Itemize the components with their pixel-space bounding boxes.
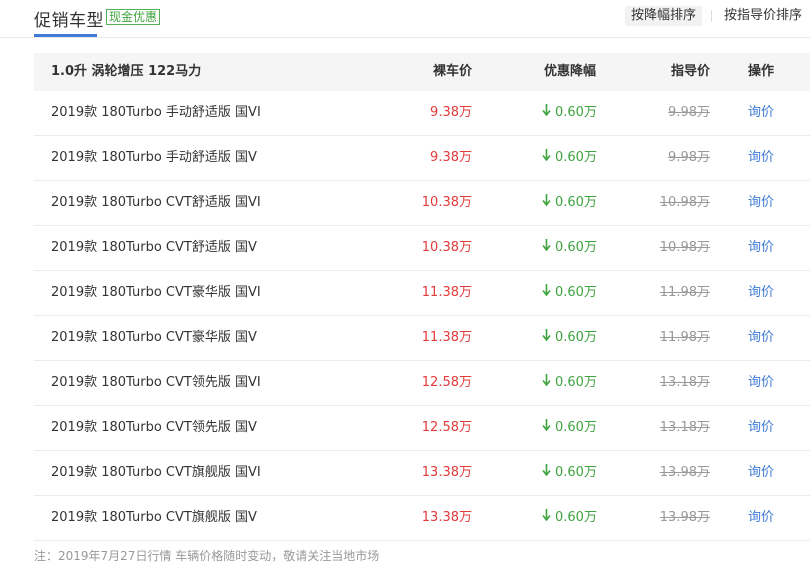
net-price: 13.38万 [421,465,472,480]
table-row: 2019款 180Turbo CVT舒适版 国VI 10.38万 0.60万 10.9… [34,181,810,226]
inquire-price-link[interactable]: 询价 [748,451,774,495]
title-active-underline [34,34,97,37]
net-price: 11.38万 [421,285,472,300]
down-arrow-icon [542,181,551,225]
guide-price: 13.98万 [659,510,710,525]
discount-value: 0.60万 [555,150,597,165]
table-row: 2019款 180Turbo CVT领先版 国VI 12.58万 0.60万 13.1… [34,361,810,406]
model-name: 2019款 180Turbo CVT豪华版 国VI [51,285,261,300]
table-row: 2019款 180Turbo CVT豪华版 国VI 11.38万 0.60万 11.9… [34,271,810,316]
net-price: 10.38万 [421,240,472,255]
down-arrow-icon [542,136,551,180]
model-name: 2019款 180Turbo CVT旗舰版 国VI [51,465,261,480]
table-row: 2019款 180Turbo CVT豪华版 国V 11.38万 0.60万 11.98… [34,316,810,361]
table-body: 2019款 180Turbo 手动舒适版 国VI 9.38万 0.60万 9.98万询… [34,91,810,541]
model-name: 2019款 180Turbo CVT豪华版 国V [51,330,257,345]
price-note: 注：2019年7月27日行情 车辆价格随时变动，敬请关注当地市场 [34,549,380,563]
net-price: 13.38万 [421,510,472,525]
guide-price: 11.98万 [659,285,710,300]
model-name: 2019款 180Turbo CVT舒适版 国V [51,240,257,255]
discount-amount: 0.60万 [542,136,597,180]
discount-value: 0.60万 [555,465,597,480]
table-row: 2019款 180Turbo CVT领先版 国V 12.58万 0.60万 13.18… [34,406,810,451]
guide-price: 10.98万 [659,240,710,255]
inquire-price-link[interactable]: 询价 [748,181,774,225]
discount-amount: 0.60万 [542,91,597,135]
discount-value: 0.60万 [555,195,597,210]
discount-value: 0.60万 [555,240,597,255]
table-row: 2019款 180Turbo 手动舒适版 国VI 9.38万 0.60万 9.98万 询… [34,91,810,136]
discount-amount: 0.60万 [542,451,597,495]
promo-header: 促销车型 现金优惠 按降幅排序 按指导价排序 [0,0,810,38]
header-discount: 优惠降幅 [544,64,597,79]
discount-value: 0.60万 [555,285,597,300]
table-row: 2019款 180Turbo 手动舒适版 国V 9.38万 0.60万 9.98万 询价 [34,136,810,181]
inquire-price-link[interactable]: 询价 [748,496,774,540]
down-arrow-icon [542,496,551,540]
guide-price: 9.98万 [668,150,710,165]
inquire-price-link[interactable]: 询价 [748,361,774,405]
net-price: 9.38万 [430,150,472,165]
header-engine-spec: 1.0升 涡轮增压 122马力 [51,64,202,79]
cash-discount-badge: 现金优惠 [106,9,161,25]
model-name: 2019款 180Turbo CVT旗舰版 国V [51,510,257,525]
guide-price: 13.98万 [659,465,710,480]
inquire-price-link[interactable]: 询价 [748,91,774,135]
model-name: 2019款 180Turbo CVT领先版 国V [51,420,257,435]
model-name: 2019款 180Turbo 手动舒适版 国V [51,150,257,165]
sort-by-guide-price-button[interactable]: 按指导价排序 [724,6,802,26]
down-arrow-icon [542,406,551,450]
net-price: 12.58万 [421,420,472,435]
table-header: 1.0升 涡轮增压 122马力 裸车价 优惠降幅 指导价 操作 [34,53,810,91]
guide-price: 13.18万 [659,375,710,390]
page-title[interactable]: 促销车型 [34,6,104,31]
down-arrow-icon [542,271,551,315]
discount-amount: 0.60万 [542,316,597,360]
discount-amount: 0.60万 [542,361,597,405]
discount-value: 0.60万 [555,510,597,525]
discount-amount: 0.60万 [542,181,597,225]
promo-price-table: 1.0升 涡轮增压 122马力 裸车价 优惠降幅 指导价 操作 2019款 18… [34,53,810,541]
inquire-price-link[interactable]: 询价 [748,136,774,180]
down-arrow-icon [542,226,551,270]
inquire-price-link[interactable]: 询价 [748,226,774,270]
discount-value: 0.60万 [555,330,597,345]
table-row: 2019款 180Turbo CVT旗舰版 国VI 13.38万 0.60万 13.9… [34,451,810,496]
down-arrow-icon [542,451,551,495]
model-name: 2019款 180Turbo CVT领先版 国VI [51,375,261,390]
down-arrow-icon [542,91,551,135]
guide-price: 11.98万 [659,330,710,345]
model-name: 2019款 180Turbo CVT舒适版 国VI [51,195,261,210]
header-guide-price: 指导价 [670,64,710,79]
table-row: 2019款 180Turbo CVT旗舰版 国V 13.38万 0.60万 13.98… [34,496,810,541]
discount-amount: 0.60万 [542,496,597,540]
sort-divider [711,10,712,22]
discount-amount: 0.60万 [542,406,597,450]
guide-price: 13.18万 [659,420,710,435]
down-arrow-icon [542,316,551,360]
sort-by-discount-button[interactable]: 按降幅排序 [625,6,703,26]
guide-price: 10.98万 [659,195,710,210]
net-price: 9.38万 [430,105,472,120]
net-price: 10.38万 [421,195,472,210]
discount-value: 0.60万 [555,105,597,120]
discount-value: 0.60万 [555,420,597,435]
model-name: 2019款 180Turbo 手动舒适版 国VI [51,105,261,120]
header-action: 操作 [748,64,775,79]
discount-value: 0.60万 [555,375,597,390]
inquire-price-link[interactable]: 询价 [748,406,774,450]
discount-amount: 0.60万 [542,226,597,270]
guide-price: 9.98万 [668,105,710,120]
down-arrow-icon [542,361,551,405]
discount-amount: 0.60万 [542,271,597,315]
net-price: 11.38万 [421,330,472,345]
net-price: 12.58万 [421,375,472,390]
inquire-price-link[interactable]: 询价 [748,316,774,360]
table-row: 2019款 180Turbo CVT舒适版 国V 10.38万 0.60万 10.98… [34,226,810,271]
header-net-price: 裸车价 [432,64,472,79]
inquire-price-link[interactable]: 询价 [748,271,774,315]
